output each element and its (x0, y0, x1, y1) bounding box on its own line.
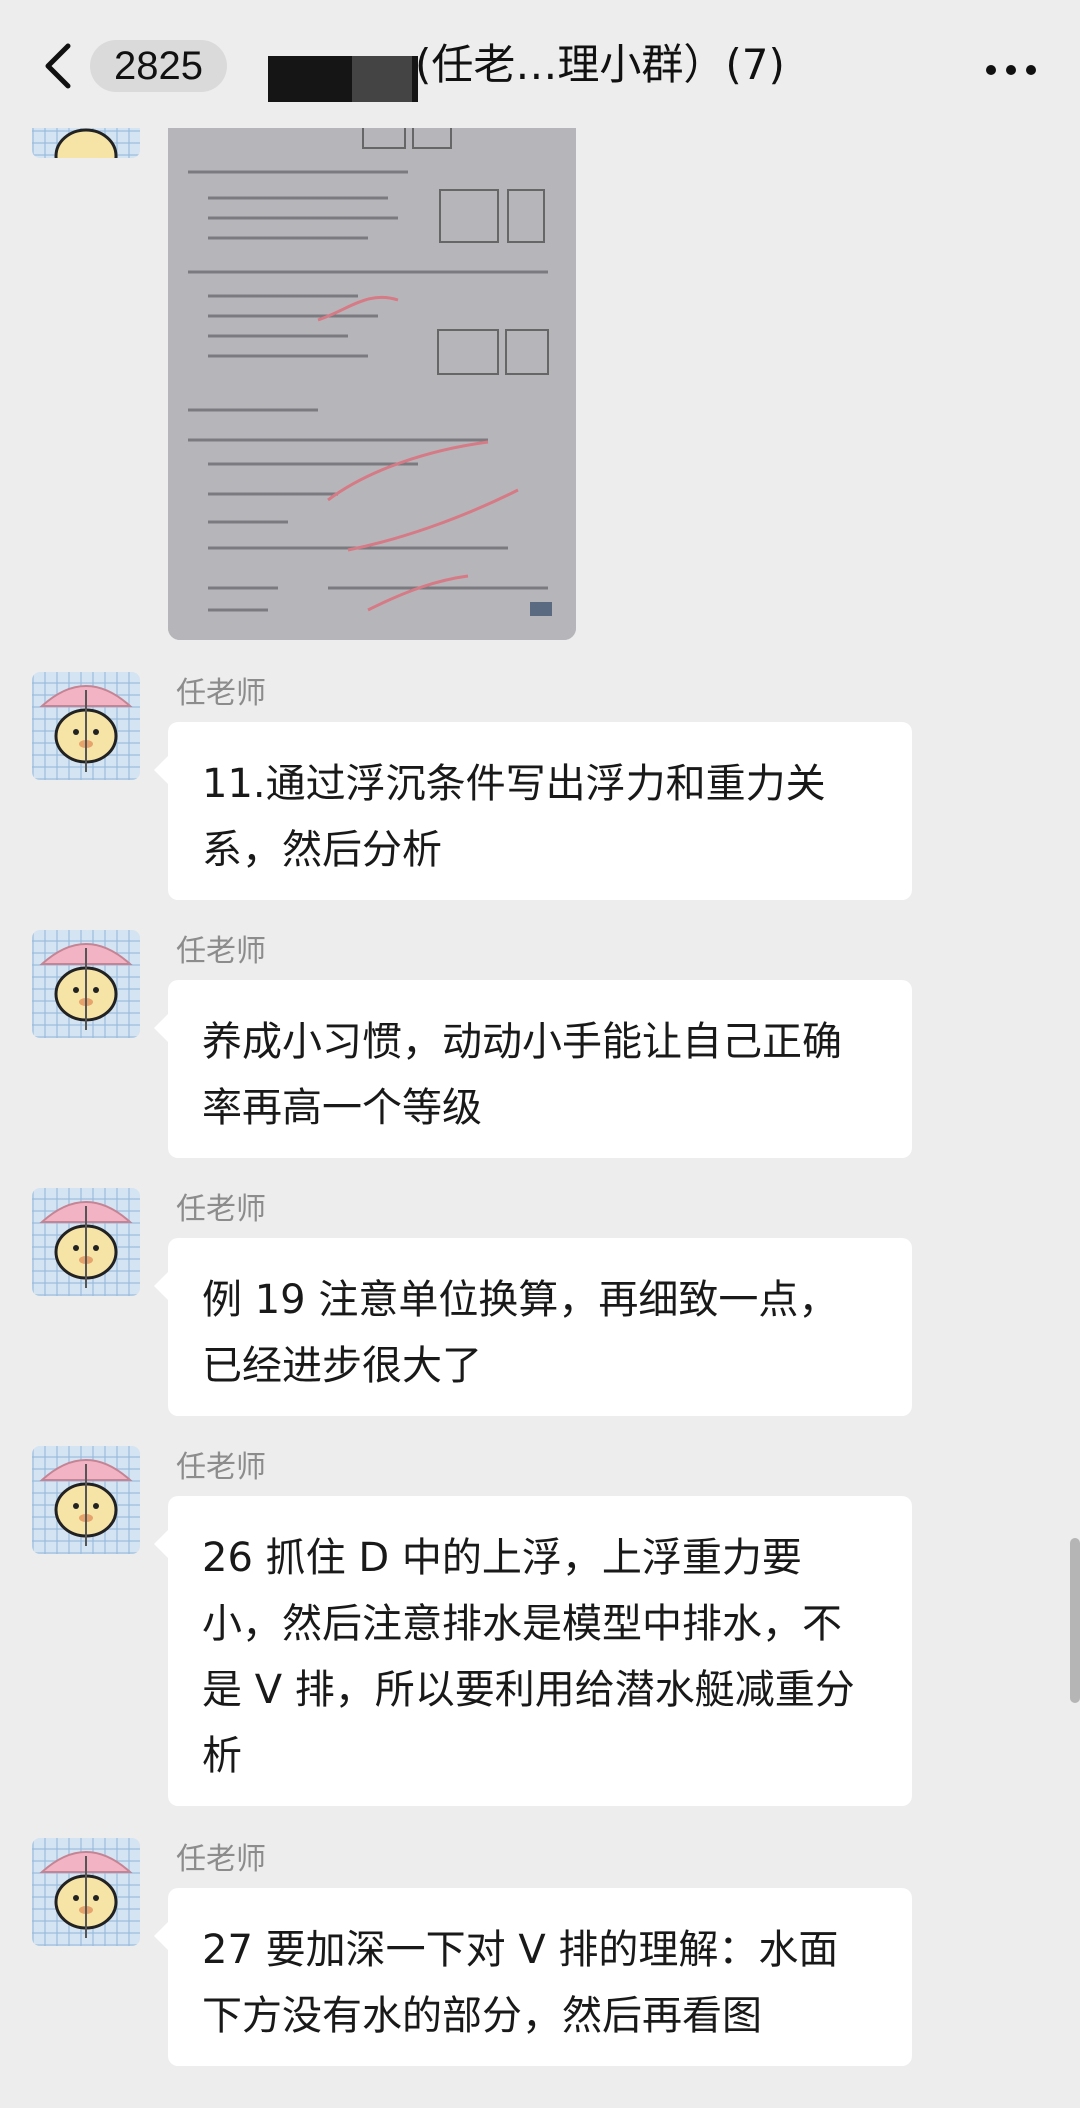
sender-name: 任老师 (176, 1192, 266, 1227)
message-bubble[interactable]: 例 19 注意单位换算，再细致一点，已经进步很大了 (154, 1238, 912, 1416)
message-bubble[interactable]: 养成小习惯，动动小手能让自己正确率再高一个等级 (154, 980, 912, 1158)
more-icon[interactable] (976, 60, 1036, 79)
avatar[interactable] (32, 930, 140, 1038)
avatar[interactable] (32, 1446, 140, 1554)
avatar[interactable] (32, 128, 140, 158)
avatar[interactable] (32, 1838, 140, 1946)
message-text: 例 19 注意单位换算，再细致一点，已经进步很大了 (202, 1277, 839, 1389)
scrollbar[interactable] (1070, 1538, 1080, 1703)
sender-name: 任老师 (176, 1842, 266, 1877)
message-bubble[interactable]: 26 抓住 D 中的上浮，上浮重力要小，然后注意排水是模型中排水，不是 V 排，… (154, 1496, 912, 1806)
message-text: 11.通过浮沉条件写出浮力和重力关系，然后分析 (202, 761, 826, 873)
chat-header: 2825 (任老…理小群）(7) (0, 0, 1080, 128)
sender-name: 任老师 (176, 676, 266, 711)
unread-count-badge[interactable]: 2825 (90, 40, 227, 92)
redaction-mask (352, 56, 412, 102)
message-bubble[interactable]: 11.通过浮沉条件写出浮力和重力关系，然后分析 (154, 722, 912, 900)
message-text: 26 抓住 D 中的上浮，上浮重力要小，然后注意排水是模型中排水，不是 V 排，… (202, 1535, 855, 1779)
back-icon[interactable] (40, 40, 76, 92)
sender-name: 任老师 (176, 934, 266, 969)
homework-photo[interactable] (168, 128, 576, 640)
avatar[interactable] (32, 672, 140, 780)
message-text: 养成小习惯，动动小手能让自己正确率再高一个等级 (202, 1019, 842, 1131)
message-text: 27 要加深一下对 V 排的理解：水面下方没有水的部分，然后再看图 (202, 1927, 839, 2039)
sender-name: 任老师 (176, 1450, 266, 1485)
message-list[interactable]: 任老师 11.通过浮沉条件写出浮力和重力关系，然后分析 任老师 养成小习惯，动动… (0, 128, 1080, 2108)
message-bubble[interactable]: 27 要加深一下对 V 排的理解：水面下方没有水的部分，然后再看图 (154, 1888, 912, 2066)
avatar[interactable] (32, 1188, 140, 1296)
chat-title: (任老…理小群）(7) (415, 40, 785, 89)
